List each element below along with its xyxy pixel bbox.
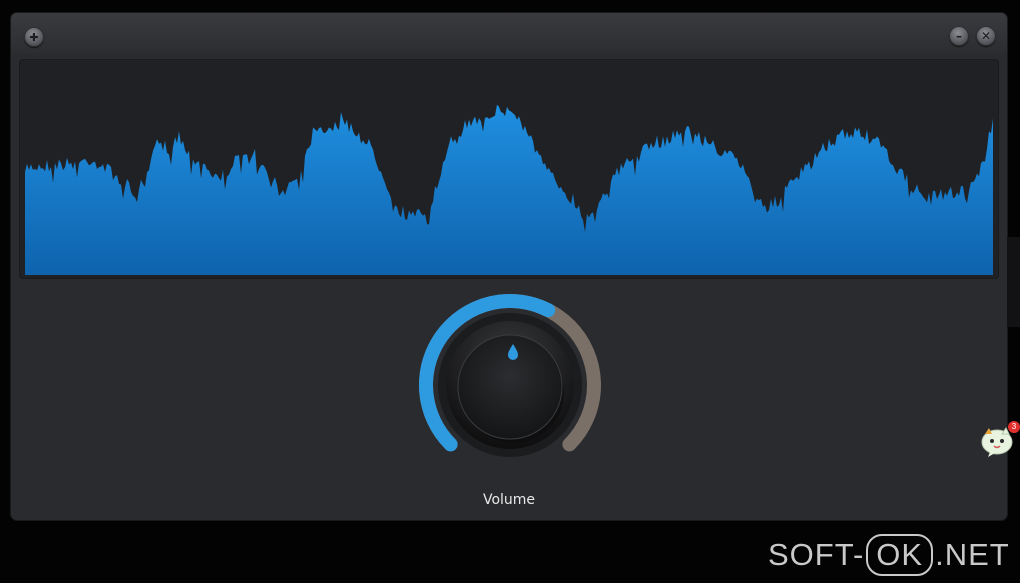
waveform-area [25, 104, 993, 275]
knob-graphic[interactable] [414, 289, 606, 481]
waveform-graph [25, 104, 993, 275]
background-window-edge [1007, 237, 1020, 327]
volume-label: Volume [482, 492, 536, 508]
close-icon[interactable]: ✕ [976, 26, 996, 46]
app-menu-icon[interactable]: ✚ [24, 27, 44, 47]
minimize-icon[interactable]: – [949, 26, 969, 46]
volume-knob[interactable] [414, 289, 606, 481]
waveform-display [19, 59, 999, 279]
title-bar[interactable]: ✚ – ✕ [11, 13, 1007, 53]
watermark-prefix: SOFT- [768, 537, 865, 572]
notification-badge: 3 [1008, 421, 1020, 433]
watermark-middle: OK [866, 534, 934, 576]
watermark: SOFT- OK .NET [768, 534, 1010, 576]
mixer-window: ✚ – ✕ Volume [11, 13, 1007, 520]
watermark-suffix: .NET [935, 537, 1010, 572]
